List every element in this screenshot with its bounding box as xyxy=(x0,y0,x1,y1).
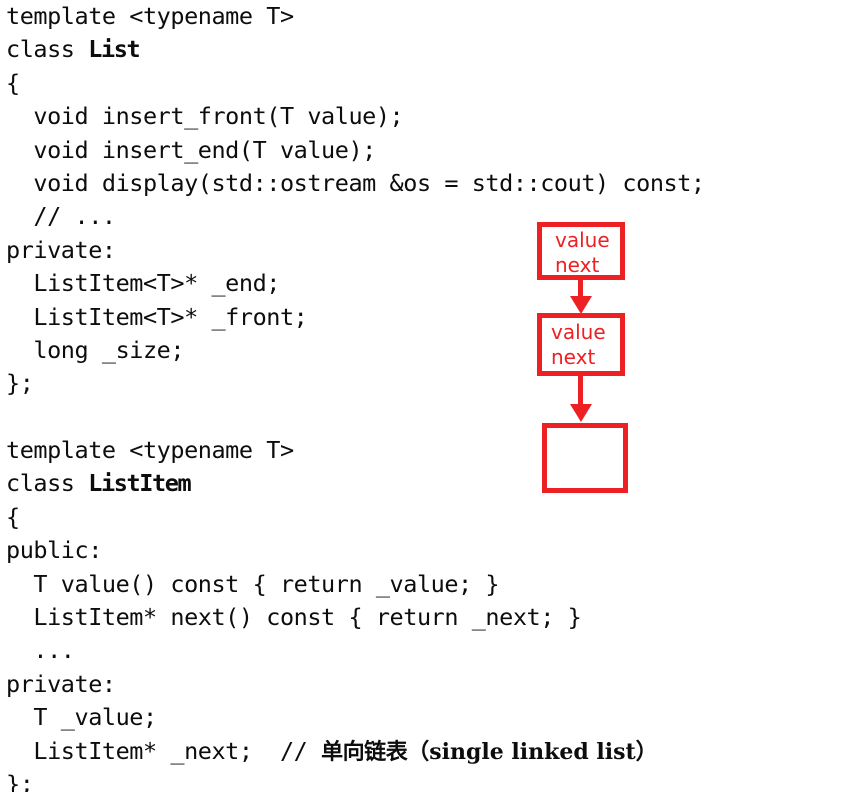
code-line: ListItem<T>* _end; xyxy=(6,269,280,298)
code-line: long _size; xyxy=(6,335,185,364)
code-listing: template <typename T> class List { void … xyxy=(6,0,806,792)
code-keyword: class xyxy=(6,35,89,64)
code-line: class ListItem xyxy=(6,467,806,500)
code-line: ListItem<T>* _front; xyxy=(6,302,308,331)
figure-page: template <typename T> class List { void … xyxy=(0,0,861,792)
code-line: private: xyxy=(6,235,116,264)
code-line: void display(std::ostream &os = std::cou… xyxy=(6,168,705,197)
code-line: private: xyxy=(6,669,116,698)
code-line: // ... xyxy=(6,202,116,231)
comment-latin: （single linked list） xyxy=(407,738,658,765)
code-line: ... xyxy=(6,636,75,665)
code-line: template <typename T> xyxy=(6,2,294,30)
code-line: { xyxy=(6,68,20,97)
code-line: void insert_front(T value); xyxy=(6,102,404,131)
code-text: ListItem* _next; // xyxy=(6,736,322,765)
class-name-list: List xyxy=(88,35,140,64)
code-line: T value() const { return _value; } xyxy=(6,569,500,598)
comment-cjk: 单向链表 xyxy=(321,739,408,765)
code-line: }; xyxy=(6,369,34,398)
code-line: public: xyxy=(6,536,102,565)
code-line: class List xyxy=(6,33,806,66)
code-line: template <typename T> xyxy=(6,436,294,465)
code-line-comment: ListItem* _next; // 单向链表（single linked l… xyxy=(6,735,806,768)
code-line: ListItem* next() const { return _next; } xyxy=(6,603,582,632)
class-name-listitem: ListItem xyxy=(88,469,191,498)
code-keyword: class xyxy=(6,469,89,498)
code-line: }; xyxy=(6,769,34,792)
code-line: T _value; xyxy=(6,703,157,732)
code-line: void insert_end(T value); xyxy=(6,135,376,164)
code-line: { xyxy=(6,502,20,531)
